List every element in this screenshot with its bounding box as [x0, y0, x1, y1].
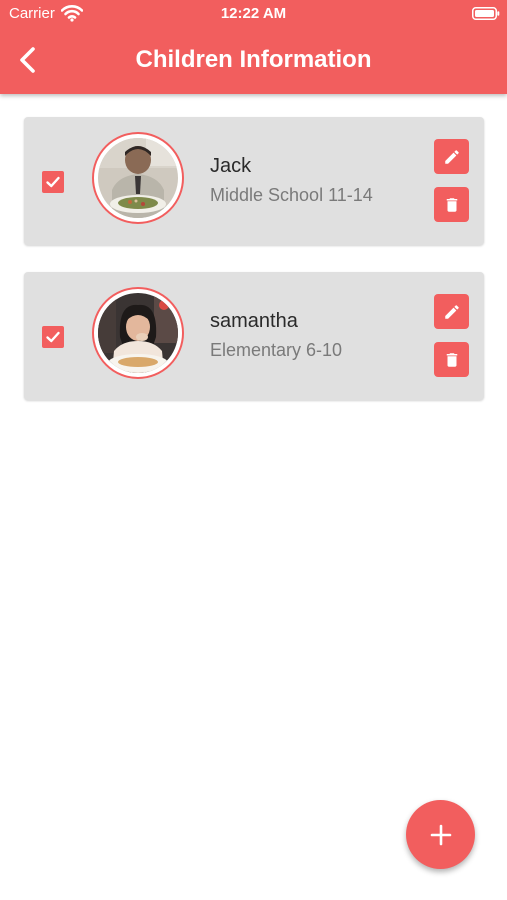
avatar — [92, 132, 184, 224]
check-icon — [46, 176, 60, 188]
child-card: samantha Elementary 6-10 — [24, 272, 484, 400]
check-icon — [46, 331, 60, 343]
trash-icon — [446, 352, 457, 367]
child-photo — [98, 293, 178, 373]
add-child-button[interactable] — [406, 800, 475, 869]
child-name: Jack — [210, 155, 252, 177]
edit-child-button[interactable] — [434, 139, 469, 174]
status-bar: Carrier 12:22 AM — [0, 0, 507, 28]
child-school-level: Elementary 6-10 — [210, 340, 343, 360]
child-select-checkbox[interactable] — [42, 326, 64, 348]
child-card: Jack Middle School 11-14 — [24, 117, 484, 245]
plus-icon — [430, 824, 451, 845]
child-select-checkbox[interactable] — [42, 171, 64, 193]
child-name: samantha — [210, 310, 298, 332]
edit-child-button[interactable] — [434, 294, 469, 329]
battery-icon — [472, 7, 500, 20]
status-time: 12:22 AM — [220, 5, 287, 22]
delete-child-button[interactable] — [434, 342, 469, 377]
pencil-icon — [444, 304, 459, 319]
child-school-level: Middle School 11-14 — [210, 185, 373, 205]
pencil-icon — [444, 149, 459, 164]
page-title: Children Information — [135, 46, 372, 73]
avatar — [92, 287, 184, 379]
delete-child-button[interactable] — [434, 187, 469, 222]
app-bar: Children Information — [0, 28, 507, 94]
header: Carrier 12:22 AM Children Information — [0, 0, 507, 94]
trash-icon — [446, 197, 457, 212]
child-photo — [98, 138, 178, 218]
